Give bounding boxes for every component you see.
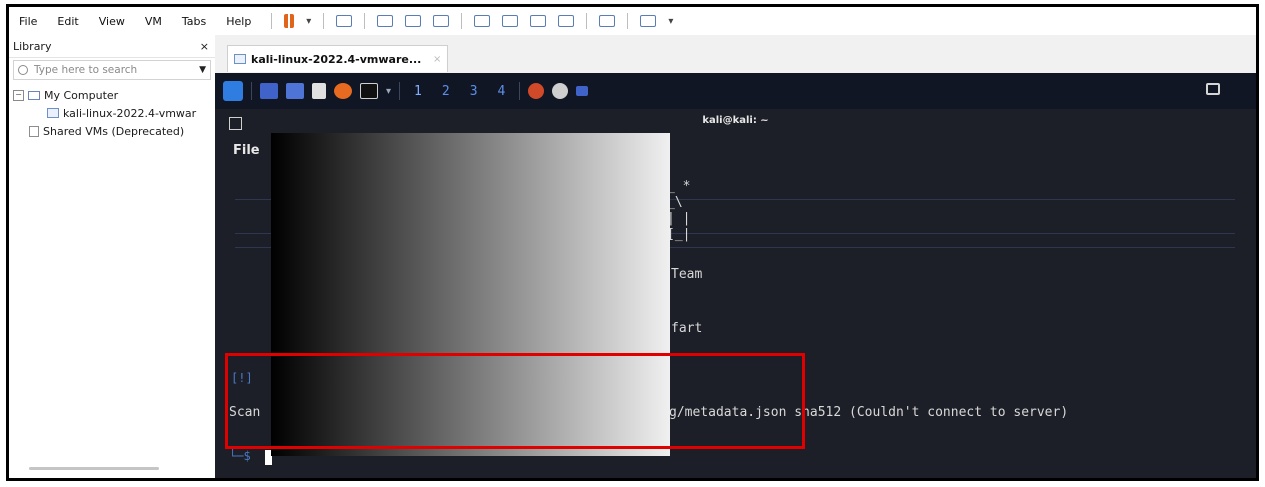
toolbar-separator [271,13,273,29]
file-manager-icon[interactable] [286,83,304,99]
toolbar-separator [586,13,588,29]
chevron-down-icon[interactable]: ▼ [199,65,206,75]
panel-separator [399,82,401,100]
toolbar-separator [323,13,325,29]
shared-vms-icon [29,125,39,137]
tree-item-kali-vm[interactable]: kali-linux-2022.4-vmwar [13,104,215,122]
console-view-icon[interactable] [599,15,616,27]
kali-menu-icon[interactable] [223,81,243,101]
library-search-placeholder: Type here to search [34,64,138,76]
library-search-input[interactable]: Type here to search ▼ [13,60,211,80]
collapse-icon[interactable]: − [13,89,24,101]
workspace-3[interactable]: 3 [464,84,484,99]
chevron-down-icon[interactable]: ▾ [386,86,391,97]
tab-label: kali-linux-2022.4-vmware... [251,52,422,66]
snapshot-icon[interactable] [377,15,394,27]
panel-separator [251,82,252,100]
vm-tab-strip: kali-linux-2022.4-vmware... × [215,35,1256,74]
send-keys-icon[interactable] [336,15,353,27]
kali-top-panel: ▾ 1 2 3 4 [215,73,1256,109]
tree-item-my-computer[interactable]: − My Computer [13,86,215,104]
tree-item-label: My Computer [44,88,119,102]
library-close-icon[interactable]: × [200,40,209,53]
banner-team-text: Team [671,267,703,282]
menu-vm[interactable]: VM [135,15,172,28]
vmware-menubar: File Edit View VM Tabs Help ▾ ▾ [9,7,1256,36]
tree-item-label: kali-linux-2022.4-vmwar [63,106,197,120]
vm-icon [234,54,246,64]
toolbar-separator [364,13,366,29]
tab-kali-vm[interactable]: kali-linux-2022.4-vmware... × [227,45,449,72]
library-scrollbar[interactable] [29,467,159,470]
menu-edit[interactable]: Edit [47,15,88,28]
library-tree: − My Computer kali-linux-2022.4-vmwar Sh… [9,82,215,140]
shell-prompt: └─$ [229,449,251,463]
firefox-icon[interactable] [334,83,352,99]
workspace-4[interactable]: 4 [492,84,512,99]
scan-line-prefix: Scan [229,405,261,420]
workspace-2[interactable]: 2 [436,84,456,99]
library-view-icon[interactable] [474,15,491,27]
workspace-1[interactable]: 1 [408,84,428,99]
toolbar-separator [627,13,629,29]
library-header: Library × [9,35,215,58]
burpsuite-icon[interactable] [528,83,545,99]
banner-fart-text: fart [671,321,703,336]
text-editor-icon[interactable] [312,83,326,99]
unity-icon[interactable] [558,15,575,27]
ascii-art-line: [_| [667,227,691,242]
close-tab-icon[interactable]: × [433,54,441,65]
tree-item-label: Shared VMs (Deprecated) [43,124,185,138]
menu-file[interactable]: File [9,15,47,28]
search-icon [18,65,28,75]
menu-help[interactable]: Help [216,15,261,28]
chevron-down-icon[interactable]: ▾ [306,16,311,27]
vm-icon [47,108,59,118]
ascii-art-line: | | [667,211,691,226]
terminal-file-menu[interactable]: File [233,143,260,158]
window-icon[interactable] [576,86,589,96]
revert-snapshot-icon[interactable] [405,15,422,27]
toolbar-separator [461,13,463,29]
suspend-icon[interactable] [284,14,295,28]
stretch-guest-icon[interactable] [640,15,657,27]
snapshot-manager-icon[interactable] [433,15,450,27]
ascii-art-line: _ * [667,179,691,194]
chevron-down-icon[interactable]: ▾ [668,16,673,27]
library-title: Library [13,39,52,53]
terminal-title: kali@kali: ~ [702,115,769,126]
menu-tabs[interactable]: Tabs [172,15,216,28]
status-marker: [!] [231,371,253,385]
screenshot-frame: File Edit View VM Tabs Help ▾ ▾ Library … [6,4,1259,481]
library-panel: Library × Type here to search ▼ − My Com… [9,35,216,478]
redaction-overlay [271,133,670,456]
tree-item-shared-vms[interactable]: Shared VMs (Deprecated) [13,122,215,140]
terminal-icon[interactable] [360,83,378,99]
show-desktop-icon[interactable] [260,83,278,99]
menu-view[interactable]: View [89,15,135,28]
computer-icon [28,90,40,100]
panel-separator [519,82,521,100]
vmware-toolbar: ▾ ▾ [271,13,673,29]
screen-icon[interactable] [1206,83,1220,95]
app-icon[interactable] [552,83,569,99]
scan-error-text: g/metadata.json sha512 (Couldn't connect… [669,405,1069,420]
full-screen-icon[interactable] [530,15,547,27]
thumbnail-view-icon[interactable] [502,15,519,27]
